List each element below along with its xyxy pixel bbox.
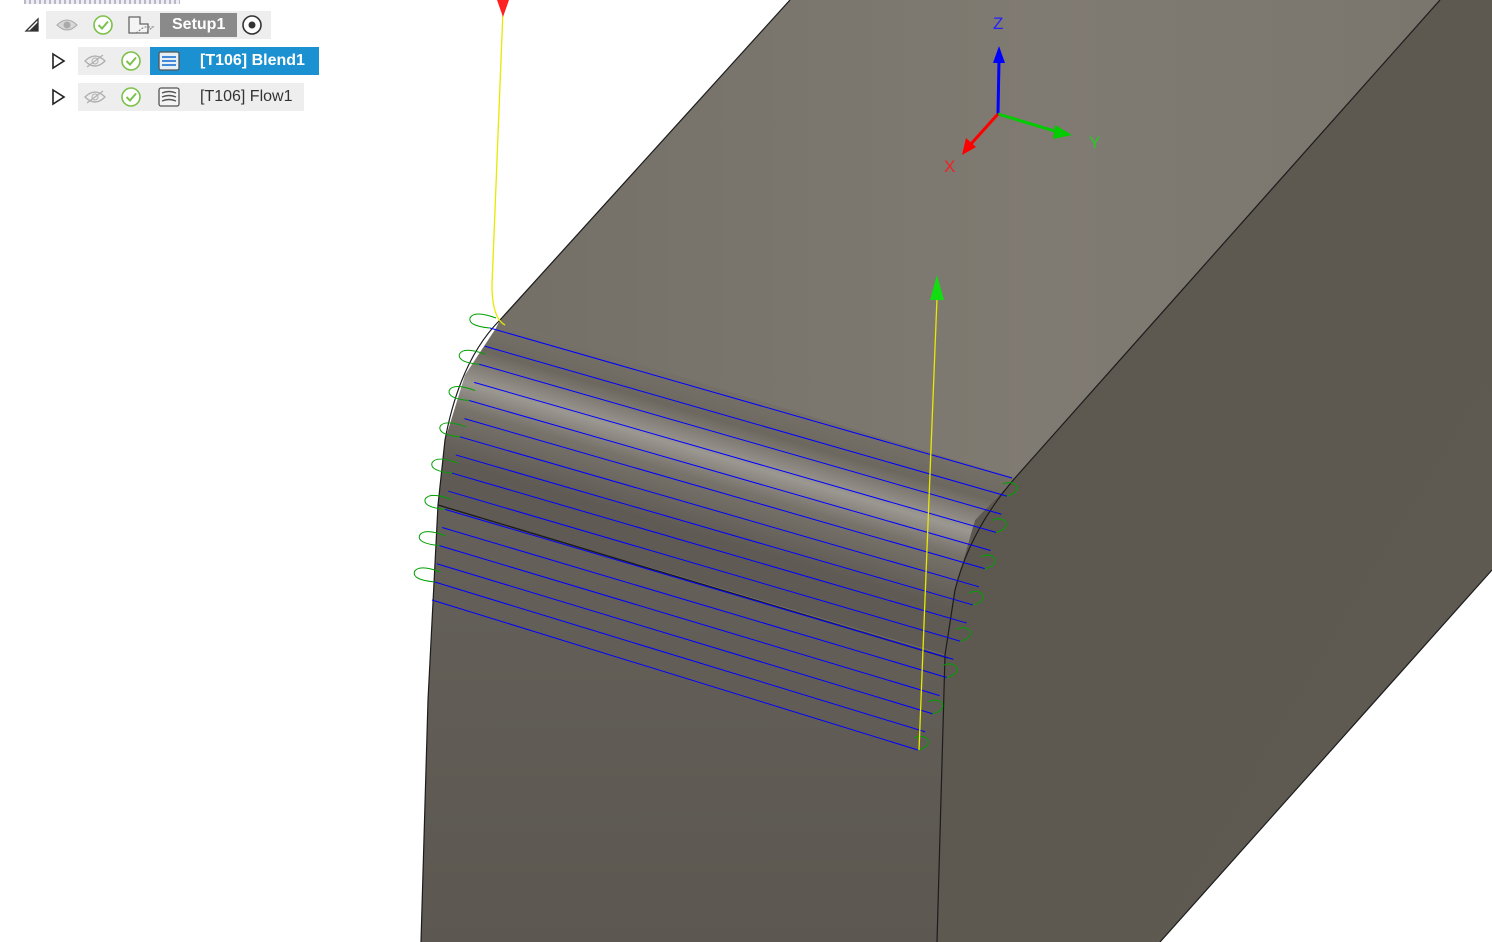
axis-z-label: Z xyxy=(993,14,1004,33)
lead-loop xyxy=(469,313,497,329)
check-icon[interactable] xyxy=(112,83,150,111)
tree-row-operation[interactable]: [T106] Blend1 xyxy=(44,47,319,75)
tree-row-setup[interactable]: Setup1 xyxy=(18,11,272,39)
expand-triangle-icon[interactable] xyxy=(44,83,72,111)
check-icon[interactable] xyxy=(112,47,150,75)
eye-hidden-icon[interactable] xyxy=(78,83,112,111)
target-icon[interactable] xyxy=(237,11,267,39)
blend-toolpath-icon[interactable] xyxy=(150,47,188,75)
collapse-triangle-icon[interactable] xyxy=(18,11,46,39)
setup-icon[interactable] xyxy=(122,11,160,39)
setup-node[interactable]: Setup1 xyxy=(46,11,272,39)
operation-label-blend1[interactable]: [T106] Blend1 xyxy=(188,47,319,75)
expand-triangle-icon[interactable] xyxy=(44,47,72,75)
setup-label[interactable]: Setup1 xyxy=(160,13,238,37)
3d-viewport[interactable] xyxy=(0,0,1492,942)
flow-toolpath-icon[interactable] xyxy=(150,83,188,111)
rapid-arrow-down-icon xyxy=(497,0,509,17)
tree-row-operation[interactable]: [T106] Flow1 xyxy=(44,83,305,111)
operation-label-flow1[interactable]: [T106] Flow1 xyxy=(188,83,305,111)
browser-tree: Setup1 [T106] Blend1 [T106] Flow1 xyxy=(0,0,340,120)
axis-x-label: X xyxy=(944,157,956,176)
browser-scroll-strip xyxy=(24,0,180,4)
eye-icon[interactable] xyxy=(50,11,84,39)
eye-hidden-icon[interactable] xyxy=(78,47,112,75)
axis-y-label: Y xyxy=(1089,133,1101,152)
check-icon[interactable] xyxy=(84,11,122,39)
